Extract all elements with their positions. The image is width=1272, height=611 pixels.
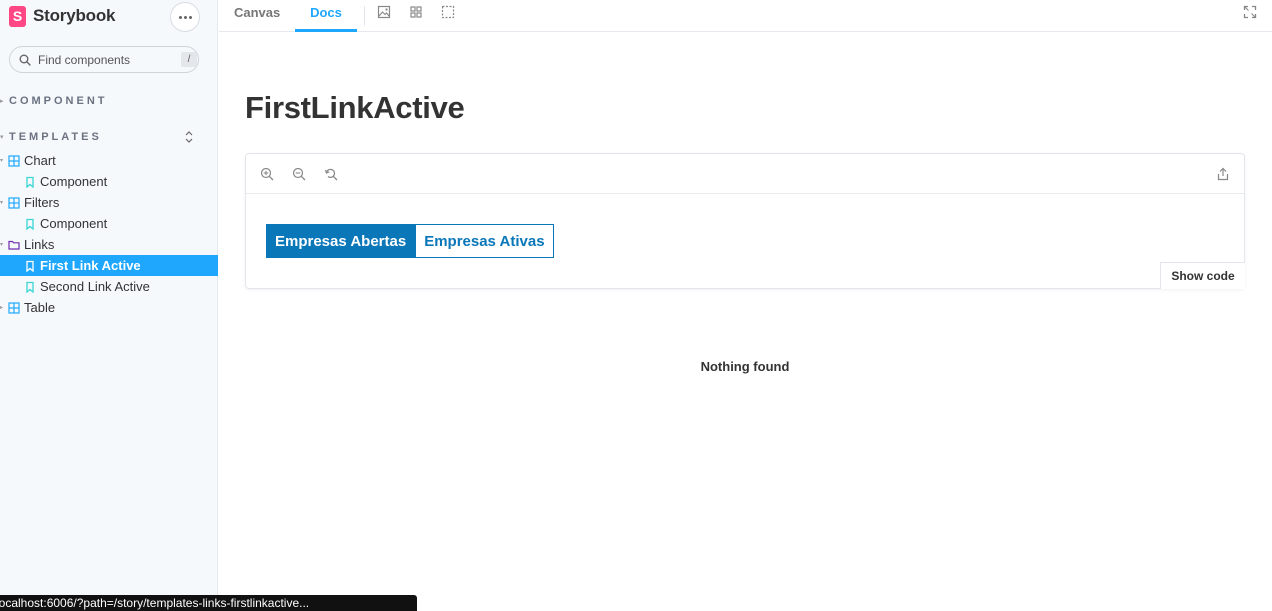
ellipsis-icon — [178, 15, 192, 19]
expand-collapse-icon[interactable] — [183, 130, 195, 144]
bookmark-icon — [26, 218, 34, 230]
search-shortcut-key: / — [181, 52, 197, 67]
section-component-label: COMPONENT — [9, 95, 108, 107]
outline-icon[interactable] — [441, 5, 455, 19]
link-empresas-abertas[interactable]: Empresas Abertas — [266, 224, 416, 258]
component-grid-icon — [8, 155, 20, 167]
tab-docs[interactable]: Docs — [295, 0, 357, 32]
sidebar-item-label: Filters — [24, 195, 60, 210]
bookmark-icon — [26, 260, 34, 272]
sidebar-item-label: Links — [24, 237, 55, 252]
sidebar-item-filters[interactable]: ▾ Filters — [0, 192, 218, 213]
fullscreen-icon[interactable] — [1243, 5, 1257, 19]
links-group: Empresas Abertas Empresas Ativas — [266, 224, 554, 258]
link-url-text: localhost:6006/?path=/story/templates-li… — [0, 596, 310, 610]
sidebar-item-label: Component — [40, 216, 108, 231]
chevron-down-icon: ▾ — [0, 242, 4, 248]
zoom-in-icon[interactable] — [260, 167, 274, 181]
sidebar-item-second-link-active[interactable]: Second Link Active — [0, 276, 218, 297]
chevron-right-icon: ▸ — [0, 305, 4, 311]
sidebar-item-chart-component[interactable]: Component — [0, 171, 218, 192]
search-input[interactable] — [38, 52, 168, 68]
chevron-down-icon: ▾ — [0, 134, 4, 141]
link-url-status: localhost:6006/?path=/story/templates-li… — [0, 595, 417, 611]
empty-state-message: Nothing found — [700, 359, 790, 374]
preview-toolbar — [246, 154, 1244, 194]
sidebar-item-label: Chart — [24, 153, 56, 168]
sidebar-item-first-link-active[interactable]: First Link Active — [0, 255, 218, 276]
sidebar-item-chart[interactable]: ▾ Chart — [0, 150, 218, 171]
section-templates-label: TEMPLATES — [9, 131, 102, 143]
tab-canvas[interactable]: Canvas — [234, 0, 280, 32]
toolbar: Canvas Docs — [219, 0, 1272, 32]
sidebar-item-table[interactable]: ▸ Table — [0, 297, 218, 318]
search-icon — [19, 54, 31, 66]
storybook-logo-icon: S — [9, 5, 26, 27]
component-grid-icon — [8, 302, 20, 314]
zoom-out-icon[interactable] — [292, 167, 306, 181]
page-title: FirstLinkActive — [245, 90, 465, 125]
component-grid-icon — [8, 197, 20, 209]
storybook-brand[interactable]: S Storybook — [9, 5, 115, 27]
folder-icon — [8, 240, 20, 250]
chevron-right-icon: ▸ — [0, 98, 4, 105]
grid-icon[interactable] — [409, 5, 423, 19]
sidebar-item-label: Table — [24, 300, 56, 315]
brand-name: Storybook — [33, 6, 116, 25]
sidebar-item-filters-component[interactable]: Component — [0, 213, 218, 234]
search-box: / — [9, 46, 199, 73]
toolbar-divider — [364, 6, 365, 26]
section-component[interactable]: ▸ COMPONENT — [0, 95, 108, 107]
image-icon[interactable] — [377, 5, 391, 19]
link-empresas-ativas[interactable]: Empresas Ativas — [415, 224, 554, 258]
sidebar-item-links[interactable]: ▾ Links — [0, 234, 218, 255]
zoom-reset-icon[interactable] — [324, 167, 338, 181]
share-icon[interactable] — [1216, 167, 1230, 181]
chevron-down-icon: ▾ — [0, 158, 4, 164]
story-preview: Empresas Abertas Empresas Ativas Show co… — [245, 153, 1245, 289]
sidebar-item-label: Component — [40, 174, 108, 189]
main-menu-button[interactable] — [171, 3, 199, 31]
bookmark-icon — [26, 281, 34, 293]
sidebar: S Storybook / ▸ COMPONENT ▾ TEMPLATES ▾ … — [0, 0, 218, 611]
chevron-down-icon: ▾ — [0, 200, 4, 206]
bookmark-icon — [26, 176, 34, 188]
sidebar-item-label: First Link Active — [40, 258, 141, 273]
sidebar-item-label: Second Link Active — [40, 279, 150, 294]
show-code-button[interactable]: Show code — [1160, 262, 1245, 289]
